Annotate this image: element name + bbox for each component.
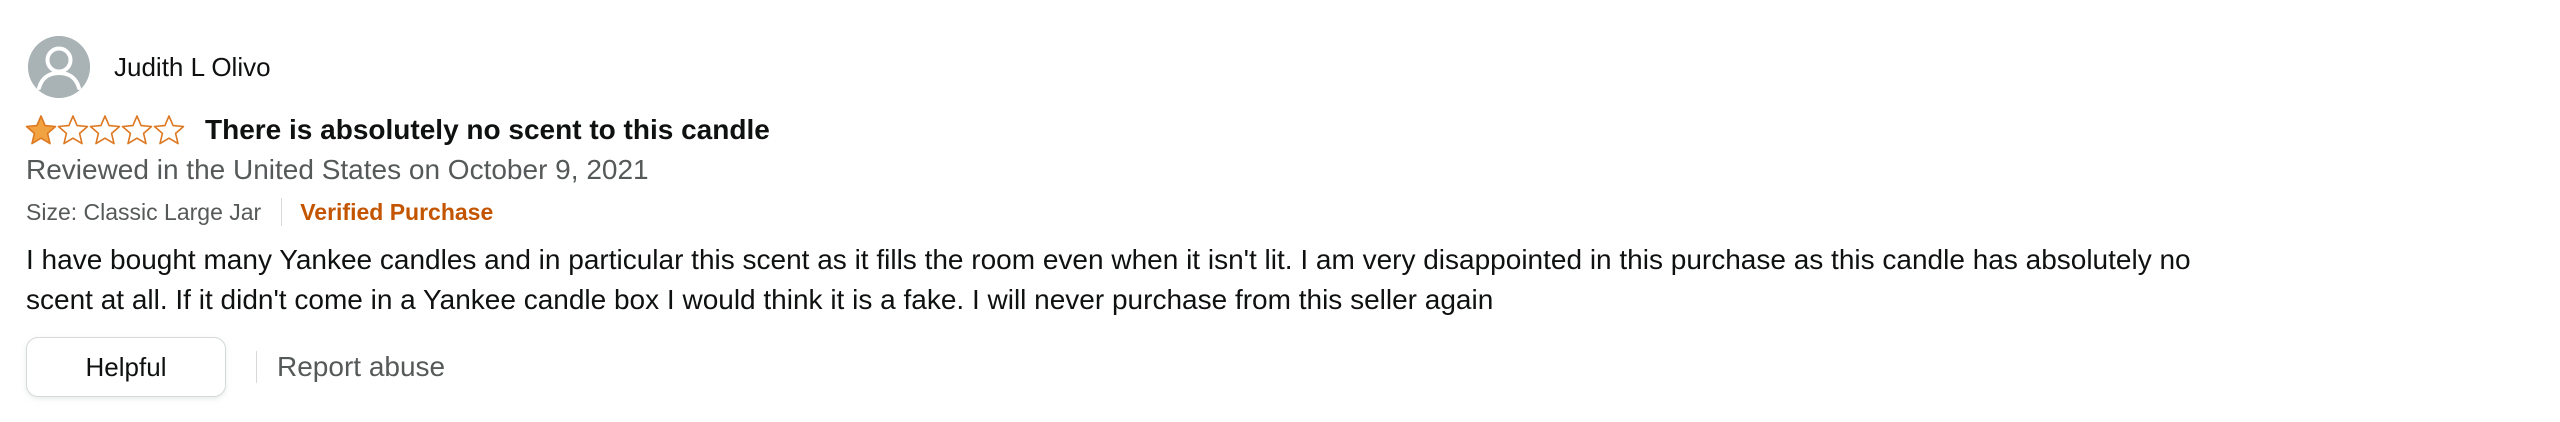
star-rating[interactable] (25, 114, 185, 146)
review-body: I have bought many Yankee candles and in… (26, 244, 2191, 315)
customer-review: Judith L Olivo There is absolutely no sc… (0, 0, 2560, 422)
profile-name[interactable]: Judith L Olivo (114, 51, 271, 83)
star-empty-icon (153, 115, 185, 145)
default-user-icon (28, 36, 90, 98)
profile-row: Judith L Olivo (28, 36, 271, 98)
review-meta: Size: Classic Large Jar Verified Purchas… (26, 196, 493, 228)
star-empty-icon (57, 115, 89, 145)
star-filled-icon (25, 115, 57, 145)
review-title[interactable]: There is absolutely no scent to this can… (205, 113, 770, 147)
helpful-button[interactable]: Helpful (26, 337, 226, 397)
report-abuse-link[interactable]: Report abuse (277, 351, 445, 383)
review-title-row: There is absolutely no scent to this can… (25, 110, 770, 150)
verified-purchase-badge: Verified Purchase (300, 198, 494, 225)
product-size[interactable]: Size: Classic Large Jar (26, 199, 261, 226)
star-empty-icon (89, 115, 121, 145)
meta-divider (281, 198, 283, 226)
actions-divider (256, 351, 257, 383)
review-actions: Helpful Report abuse (26, 335, 445, 399)
star-empty-icon (121, 115, 153, 145)
review-date: Reviewed in the United States on October… (26, 154, 649, 185)
avatar[interactable] (28, 36, 90, 98)
